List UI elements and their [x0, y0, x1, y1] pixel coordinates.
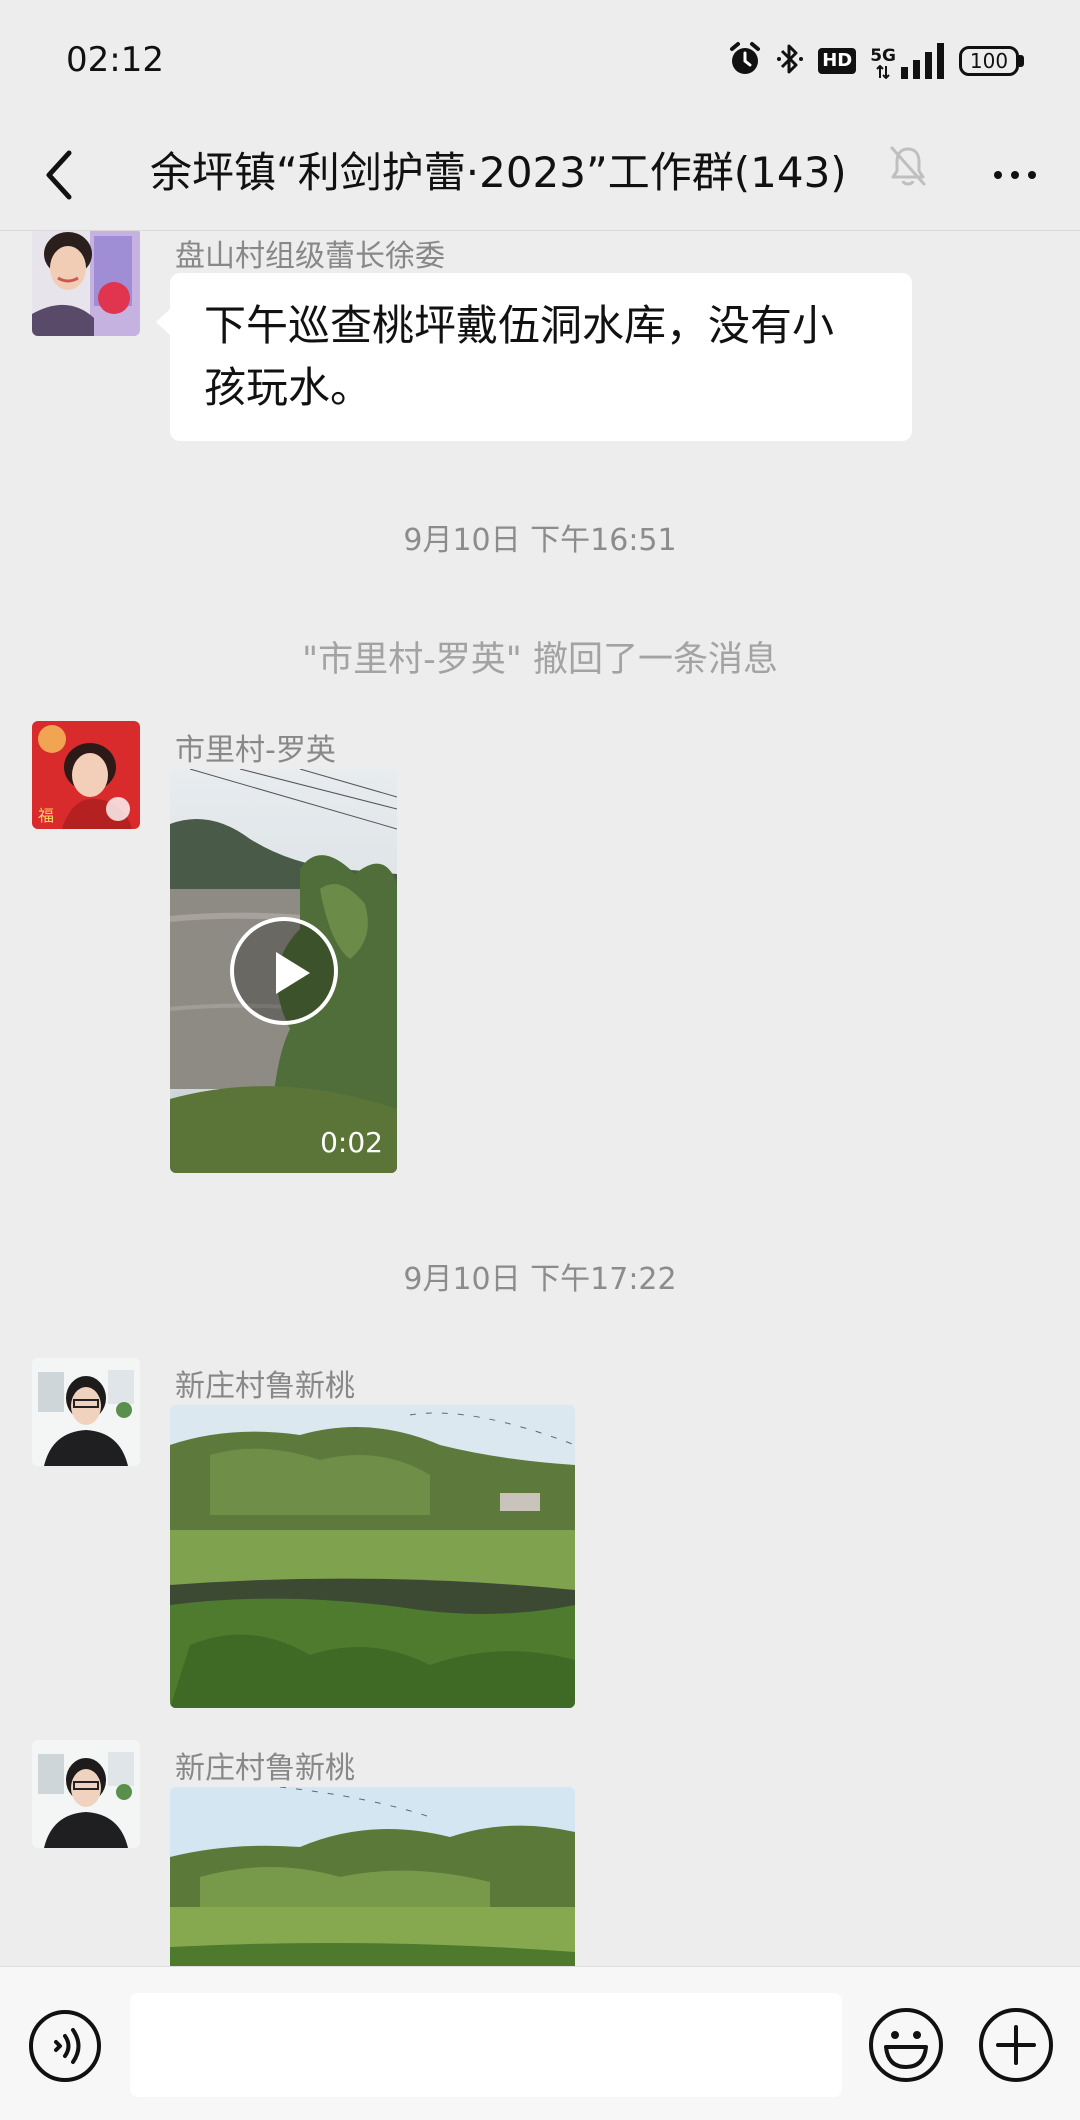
status-time: 02:12 — [66, 40, 164, 80]
chat-message-list[interactable]: 盘山村组级蕾长徐委 下午巡查桃坪戴伍洞水库，没有小 孩玩水。 9月10日 下午1… — [0, 231, 1080, 1966]
voice-icon — [29, 2010, 101, 2082]
more-icon-dot — [994, 171, 1002, 179]
battery-level: 100 — [959, 46, 1019, 76]
sender-name: 新庄村鲁新桃 — [175, 1369, 355, 1404]
avatar[interactable] — [32, 1358, 140, 1466]
message-text-line: 下午巡查桃坪戴伍洞水库，没有小 — [204, 301, 835, 350]
status-bar: 02:12 HD 5G 100 — [0, 0, 1080, 120]
image-message[interactable] — [170, 1405, 575, 1708]
back-arrow-icon — [46, 150, 72, 200]
image-message[interactable] — [170, 1787, 575, 1966]
emoji-icon — [869, 2008, 943, 2082]
more-icon-dot — [1011, 171, 1019, 179]
status-icons: HD 5G 100 — [728, 40, 1024, 82]
network-type: 5G — [870, 46, 896, 66]
sender-name: 新庄村鲁新桃 — [175, 1751, 355, 1786]
avatar-watermark: 福 — [38, 806, 54, 825]
play-button[interactable] — [230, 917, 338, 1025]
sender-name: 盘山村组级蕾长徐委 — [175, 239, 445, 274]
battery-icon: 100 — [959, 46, 1024, 76]
message-timestamp: 9月10日 下午17:22 — [403, 1262, 677, 1297]
more-icon-dot — [1028, 171, 1036, 179]
more-button[interactable] — [980, 150, 1050, 200]
avatar[interactable]: 福 — [32, 721, 140, 829]
bluetooth-icon — [776, 41, 804, 81]
back-button[interactable] — [30, 142, 90, 208]
message-bubble[interactable]: 下午巡查桃坪戴伍洞水库，没有小 孩玩水。 — [156, 273, 912, 441]
alarm-icon — [728, 41, 762, 81]
plus-button[interactable] — [978, 2007, 1054, 2083]
sender-name: 市里村-罗英 — [175, 733, 336, 768]
avatar[interactable] — [32, 231, 140, 336]
video-message[interactable]: 0:02 — [170, 769, 397, 1173]
chat-title: 余坪镇“利剑护蕾·2023”工作群(143) — [150, 148, 847, 197]
recall-notice: "市里村-罗英" 撤回了一条消息 — [302, 640, 778, 680]
mute-bell-icon — [888, 144, 928, 192]
message-input[interactable] — [130, 1993, 842, 2097]
avatar[interactable] — [32, 1740, 140, 1848]
signal-icon: 5G — [870, 43, 945, 79]
input-bar — [0, 1966, 1080, 2120]
emoji-button[interactable] — [868, 2007, 944, 2083]
hd-icon: HD — [818, 48, 857, 74]
message-timestamp: 9月10日 下午16:51 — [403, 523, 677, 558]
video-duration: 0:02 — [320, 1126, 383, 1159]
voice-button[interactable] — [28, 2009, 102, 2083]
plus-icon — [979, 2008, 1053, 2082]
message-text-line: 孩玩水。 — [204, 363, 373, 412]
